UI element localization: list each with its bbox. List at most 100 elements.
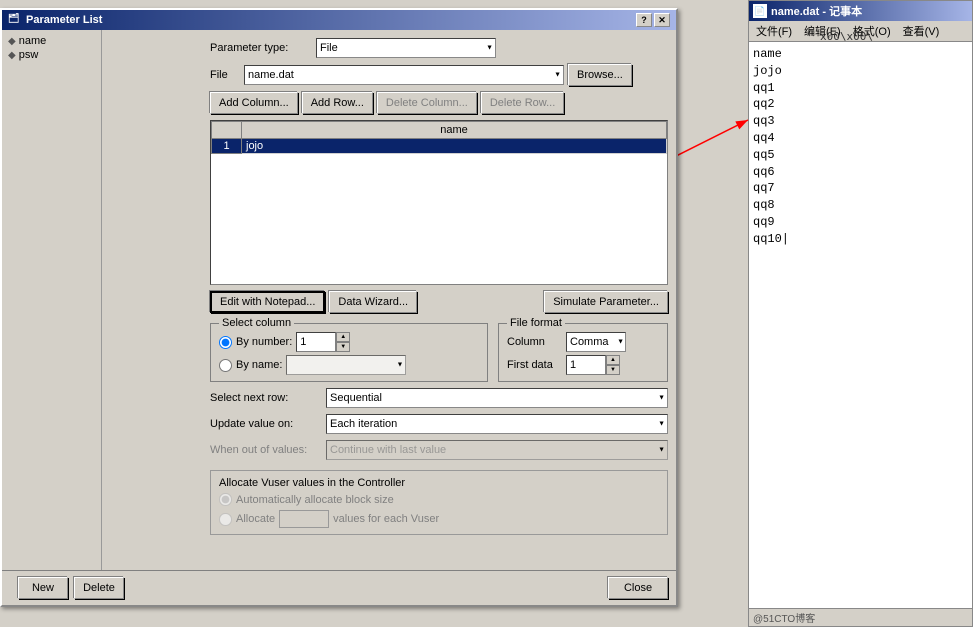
data-wizard-button[interactable]: Data Wizard... <box>329 291 417 313</box>
when-out-select[interactable]: Continue with last value <box>326 440 668 460</box>
file-label: File <box>210 69 240 81</box>
dialog-icon: 🗂 <box>8 13 22 27</box>
by-name-radio[interactable] <box>219 359 232 372</box>
hex-display: x00\x00\ <box>820 30 873 43</box>
auto-allocate-radio[interactable] <box>219 493 232 506</box>
by-number-input[interactable] <box>296 332 336 352</box>
file-select-wrapper: name.dat <box>244 65 564 85</box>
auto-allocate-row: Automatically allocate block size <box>219 493 659 506</box>
column-label: Column <box>507 336 562 348</box>
values-label: values for each Vuser <box>333 513 439 525</box>
simulate-button[interactable]: Simulate Parameter... <box>544 291 668 313</box>
by-number-row: By number: ▲ ▼ <box>219 332 479 352</box>
update-value-label: Update value on: <box>210 418 320 430</box>
menu-view[interactable]: 查看(V) <box>900 22 943 40</box>
allocate-input[interactable] <box>279 510 329 528</box>
update-value-wrapper: Each iteration Each occurrence Once <box>326 414 668 434</box>
edit-notepad-button[interactable]: Edit with Notepad... <box>210 291 325 313</box>
notepad-line-3: qq1 <box>753 80 968 97</box>
notepad-icon: 📄 <box>753 4 767 18</box>
diamond-icon-name: ◆ <box>8 36 16 47</box>
titlebar-left: 🗂 Parameter List <box>8 13 102 27</box>
first-data-down[interactable]: ▼ <box>606 365 620 375</box>
file-format-group: File format Column Comma Tab Firs <box>498 323 668 382</box>
notepad-line-12: qq10| <box>753 231 968 248</box>
notepad-line-11: qq9 <box>753 214 968 231</box>
select-next-row-select[interactable]: Sequential Random <box>326 388 668 408</box>
param-name-label: name <box>19 35 47 47</box>
notepad-line-4: qq2 <box>753 96 968 113</box>
auto-allocate-label: Automatically allocate block size <box>236 494 394 506</box>
file-format-title: File format <box>507 317 565 329</box>
close-button[interactable]: ✕ <box>654 13 670 27</box>
file-select[interactable]: name.dat <box>244 65 564 85</box>
first-data-input[interactable] <box>566 355 606 375</box>
action-buttons-row: Edit with Notepad... Data Wizard... Simu… <box>210 291 668 313</box>
spinner-up[interactable]: ▲ <box>336 332 350 342</box>
bottom-row: Select column By number: ▲ ▼ <box>210 319 668 382</box>
toolbar-row: Add Column... Add Row... Delete Column..… <box>210 92 668 114</box>
table-row[interactable]: 1 jojo <box>212 139 667 154</box>
select-next-row-wrapper: Sequential Random <box>326 388 668 408</box>
update-value-select[interactable]: Each iteration Each occurrence Once <box>326 414 668 434</box>
param-psw-label: psw <box>19 49 39 61</box>
notepad-line-9: qq7 <box>753 180 968 197</box>
when-out-wrapper: Continue with last value <box>326 440 668 460</box>
allocate-section: Allocate Vuser values in the Controller … <box>210 470 668 535</box>
delete-column-button[interactable]: Delete Column... <box>377 92 477 114</box>
add-row-button[interactable]: Add Row... <box>302 92 373 114</box>
param-type-row: Parameter type: File <box>210 38 668 58</box>
by-name-row: By name: <box>219 355 479 375</box>
select-next-row-label: Select next row: <box>210 392 320 404</box>
notepad-titlebar: 📄 name.dat - 记事本 <box>749 1 972 21</box>
when-out-label: When out of values: <box>210 444 320 456</box>
by-number-label: By number: <box>236 336 292 348</box>
notepad-line-1: name <box>753 46 968 63</box>
allocate-title: Allocate Vuser values in the Controller <box>219 477 659 489</box>
notepad-line-2: jojo <box>753 63 968 80</box>
notepad-line-5: qq3 <box>753 113 968 130</box>
allocate-row: Allocate values for each Vuser <box>219 510 659 528</box>
allocate-radio[interactable] <box>219 513 232 526</box>
spinner-buttons: ▲ ▼ <box>336 332 350 352</box>
select-column-title: Select column <box>219 317 294 329</box>
column-select-wrapper: Comma Tab <box>566 332 626 352</box>
spinner-down[interactable]: ▼ <box>336 342 350 352</box>
select-column-group: Select column By number: ▲ ▼ <box>210 323 488 382</box>
param-list-item-name[interactable]: ◆ name <box>6 34 97 48</box>
column-select[interactable]: Comma Tab <box>566 332 626 352</box>
first-data-spinner: ▲ ▼ <box>566 355 620 375</box>
diamond-icon-psw: ◆ <box>8 50 16 61</box>
notepad-window: 📄 name.dat - 记事本 文件(F) 编辑(E) 格式(O) 查看(V)… <box>748 0 973 627</box>
notepad-title: name.dat - 记事本 <box>771 3 862 19</box>
close-dialog-button[interactable]: Close <box>608 577 668 599</box>
new-button[interactable]: New <box>18 577 68 599</box>
table-cell-value: jojo <box>242 139 667 154</box>
file-row: File name.dat Browse... <box>210 64 668 86</box>
delete-param-button[interactable]: Delete <box>74 577 124 599</box>
notepad-line-8: qq6 <box>753 164 968 181</box>
notepad-line-6: qq4 <box>753 130 968 147</box>
table-cell-num: 1 <box>212 139 242 154</box>
notepad-watermark: @51CTO博客 <box>753 614 815 625</box>
bottom-buttons: New Delete Close <box>2 570 676 605</box>
dialog-titlebar: 🗂 Parameter List ? ✕ <box>2 10 676 30</box>
titlebar-buttons: ? ✕ <box>636 13 670 27</box>
by-number-radio[interactable] <box>219 336 232 349</box>
delete-row-button[interactable]: Delete Row... <box>481 92 564 114</box>
first-data-up[interactable]: ▲ <box>606 355 620 365</box>
param-list-item-psw[interactable]: ◆ psw <box>6 48 97 62</box>
param-type-select[interactable]: File <box>316 38 496 58</box>
add-column-button[interactable]: Add Column... <box>210 92 298 114</box>
help-button[interactable]: ? <box>636 13 652 27</box>
dialog-title: Parameter List <box>26 14 102 26</box>
table-header-num <box>212 122 242 139</box>
menu-file[interactable]: 文件(F) <box>753 22 795 40</box>
allocate-label: Allocate <box>236 513 275 525</box>
param-dialog: 🗂 Parameter List ? ✕ ◆ name ◆ psw <box>0 8 678 607</box>
first-data-spinner-btns: ▲ ▼ <box>606 355 620 375</box>
by-name-select[interactable] <box>286 355 406 375</box>
browse-button[interactable]: Browse... <box>568 64 632 86</box>
select-next-row: Select next row: Sequential Random <box>210 388 668 408</box>
notepad-content: name jojo qq1 qq2 qq3 qq4 qq5 qq6 qq7 qq… <box>749 42 972 608</box>
